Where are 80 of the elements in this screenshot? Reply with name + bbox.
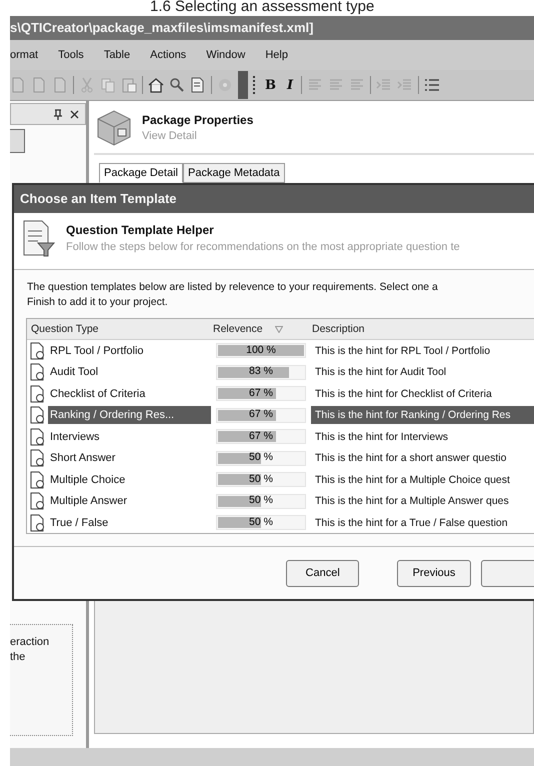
- relevance-value: 67 %: [248, 428, 274, 444]
- next-button[interactable]: [480, 560, 534, 586]
- tab[interactable]: Package Detail: [99, 163, 183, 183]
- list-row[interactable]: Short Answer: [48, 449, 211, 468]
- align-icon[interactable]: [328, 77, 344, 93]
- relevance-value: 67 %: [248, 386, 274, 401]
- list-icon[interactable]: [424, 77, 440, 93]
- list-row[interactable]: Checklist of Criteria: [48, 384, 211, 403]
- list-row[interactable]: RPL Tool / Portfolio: [48, 342, 211, 360]
- document-icon: [30, 428, 46, 446]
- instruction-text: Finish to add it to your project.: [27, 295, 169, 310]
- table-cell: This is the hint for Ranking / Ordering Res: [311, 406, 534, 424]
- paste-icon[interactable]: [121, 77, 137, 93]
- table-cell-text: This is the hint for a Multiple Choice quest: [314, 472, 511, 488]
- document-icon: [30, 470, 46, 489]
- panel-title: Package Properties: [142, 112, 254, 126]
- table-cell-text: This is the hint for a short answer questio: [314, 451, 508, 466]
- list-row[interactable]: Audit Tool: [48, 363, 211, 382]
- table-cell-text: This is the hint for RPL Tool / Portfolio: [314, 344, 492, 359]
- document-funnel-icon: [22, 219, 56, 259]
- note-text: the: [10, 650, 26, 665]
- note-text: eraction: [10, 635, 50, 650]
- relevance-value: 50 %: [248, 472, 274, 487]
- helper-title: Question Template Helper: [66, 223, 215, 237]
- document-icon: [30, 384, 46, 403]
- table-cell-text: This is the hint for Checklist of Criteria: [314, 386, 493, 402]
- document-icon[interactable]: [190, 77, 206, 93]
- column-header[interactable]: Question Type: [27, 323, 209, 335]
- align-icon[interactable]: [307, 77, 324, 93]
- panel-subtitle: View Detail: [142, 130, 198, 142]
- list-row[interactable]: True / False: [48, 514, 211, 532]
- relevance-value: 83 %: [248, 364, 274, 380]
- close-icon[interactable]: [70, 110, 79, 118]
- window-title: s\QTICreator\package_maxfiles\imsmanifest.xml]: [10, 20, 314, 35]
- table-cell-text: This is the hint for Audit Tool: [314, 365, 448, 380]
- menu-item[interactable]: Window: [206, 49, 246, 61]
- menu-item[interactable]: Actions: [150, 49, 186, 61]
- menu-item[interactable]: ormat: [10, 49, 38, 61]
- search-icon[interactable]: [169, 77, 185, 93]
- relevance-value: 100 %: [245, 342, 277, 358]
- relevance-value: 50 %: [248, 514, 274, 530]
- document-icon: [30, 342, 46, 360]
- dialog-button[interactable]: Cancel: [286, 560, 360, 586]
- helper-subtitle: Follow the steps below for recommendations on the most appropriate question te: [66, 241, 460, 253]
- list-row[interactable]: Multiple Answer: [48, 492, 211, 510]
- toolbar-overflow[interactable]: [238, 71, 248, 99]
- dialog-button[interactable]: Previous: [397, 560, 471, 586]
- document-icon: [30, 363, 46, 382]
- home-icon[interactable]: [148, 77, 164, 93]
- table-cell-text: This is the hint for Interviews: [314, 430, 450, 445]
- indent-icon[interactable]: [397, 77, 414, 93]
- menu-item[interactable]: Table: [104, 49, 130, 61]
- list-row[interactable]: Interviews: [48, 428, 211, 446]
- table-cell-text: This is the hint for a True / False question: [314, 516, 509, 531]
- menu-item[interactable]: Help: [265, 49, 288, 61]
- format-button[interactable]: I: [284, 78, 296, 92]
- document-caption: 1.6 Selecting an assessment type: [149, 0, 376, 16]
- scissors-icon[interactable]: [79, 77, 95, 93]
- list-row[interactable]: Ranking / Ordering Res...: [48, 406, 211, 424]
- format-button[interactable]: B: [262, 78, 279, 92]
- list-row[interactable]: Multiple Choice: [48, 470, 211, 489]
- pin-icon[interactable]: [54, 108, 62, 120]
- panel-tab[interactable]: [10, 129, 25, 153]
- document-icon: [30, 406, 46, 424]
- relevance-value: 50 %: [248, 493, 274, 508]
- column-header[interactable]: Relevence: [209, 323, 308, 335]
- relevance-value: 50 %: [248, 450, 274, 466]
- table-cell-text: This is the hint for a Multiple Answer ques: [314, 494, 510, 510]
- sort-icon: [274, 326, 283, 332]
- tab[interactable]: Package Metadata: [183, 163, 285, 183]
- menu-item[interactable]: Tools: [58, 49, 84, 61]
- dialog-title: Choose an Item Template: [20, 191, 177, 206]
- relevance-value: 67 %: [248, 407, 274, 422]
- document-icon: [30, 449, 46, 468]
- column-header[interactable]: Description: [308, 323, 534, 335]
- indent-icon[interactable]: [376, 77, 392, 93]
- copy-icon[interactable]: [100, 77, 116, 93]
- instruction-text: The question templates below are listed by relevence to your requirements. Select one a: [27, 280, 439, 295]
- document-icon: [30, 492, 46, 510]
- align-icon[interactable]: [349, 77, 366, 93]
